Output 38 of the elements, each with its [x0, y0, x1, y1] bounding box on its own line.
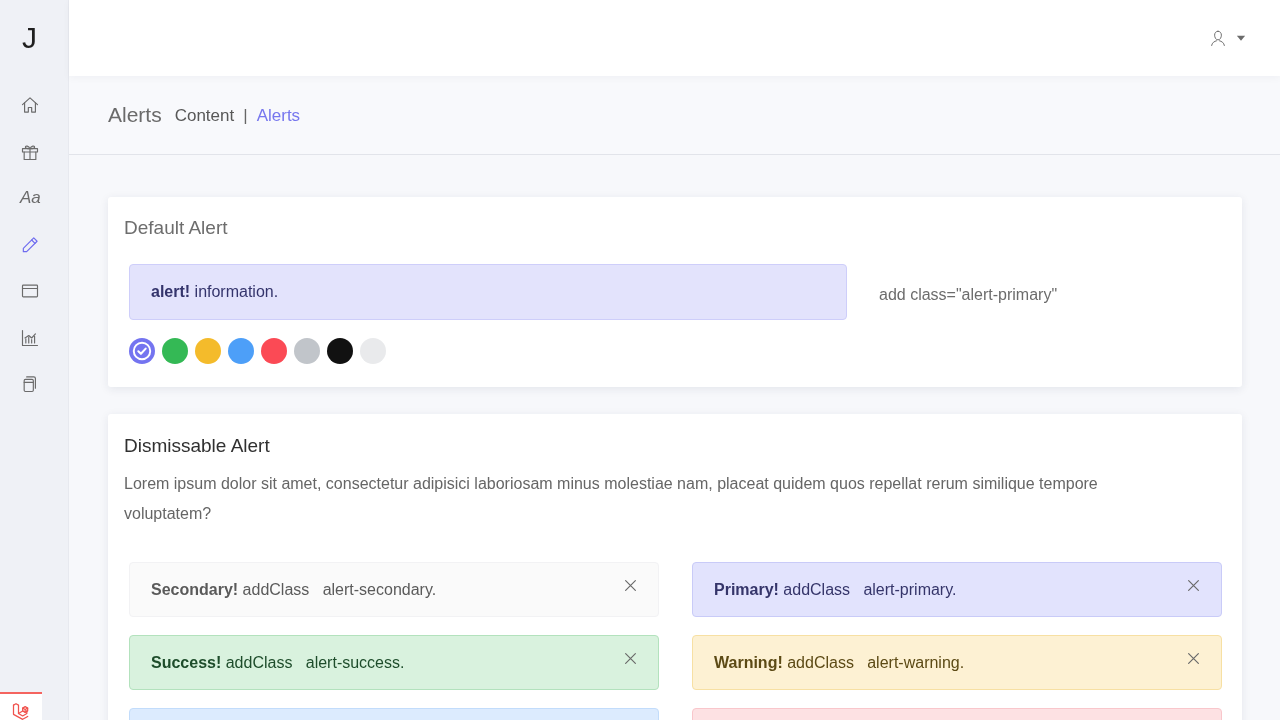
card-title: Default Alert — [124, 216, 229, 240]
swatch-icon[interactable] — [129, 338, 155, 364]
alert-text: Warning! addClass alert-warning. — [714, 652, 965, 673]
breadcrumb-current: Alerts — [256, 106, 301, 126]
close-button[interactable] — [1187, 578, 1200, 592]
swatch-icon[interactable] — [228, 338, 254, 364]
class-hint: add class="alert-primary" — [879, 285, 1059, 304]
close-icon — [1187, 578, 1200, 592]
alert-text: Secondary! addClass alert-secondary. — [151, 579, 437, 600]
user-icon — [1209, 28, 1227, 48]
bar-chart-icon[interactable] — [20, 327, 40, 348]
swatch-icon[interactable] — [195, 338, 221, 364]
alert-message: alert! information. — [129, 264, 847, 320]
alert-text: Success! addClass alert-success. — [151, 652, 405, 673]
pencil-icon[interactable] — [20, 234, 40, 255]
app-logo: J — [22, 21, 37, 55]
close-button[interactable] — [624, 651, 637, 665]
close-icon — [624, 578, 637, 592]
logo-icon — [11, 701, 31, 720]
close-icon — [1187, 651, 1200, 665]
toolbar-tab[interactable] — [0, 692, 42, 720]
caret-icon — [1236, 35, 1246, 41]
home-icon[interactable] — [20, 95, 40, 116]
breadcrumb-link[interactable]: Content — [174, 106, 235, 126]
page-title: Alerts — [108, 102, 162, 128]
description-text: Lorem ipsum dolor sit amet, consectetur adipisici laboriosam minus molestiae nam, placeat quidem quos repellat rerum similique tempore voluptatem? — [124, 474, 1099, 524]
card-title: Dismissable Alert — [124, 434, 271, 458]
user-menu-button[interactable] — [1209, 28, 1246, 48]
swatch-icon[interactable] — [162, 338, 188, 364]
close-icon — [624, 651, 637, 665]
close-button[interactable] — [1187, 651, 1200, 665]
swatch-icon[interactable] — [261, 338, 287, 364]
breadcrumb-separator: | — [243, 106, 248, 126]
typography-link[interactable]: Aa — [20, 188, 41, 209]
swatch-icon[interactable] — [327, 338, 353, 364]
swatch-icon[interactable] — [294, 338, 320, 364]
alert-text: Primary! addClass alert-primary. — [714, 579, 957, 600]
close-button[interactable] — [624, 578, 637, 592]
